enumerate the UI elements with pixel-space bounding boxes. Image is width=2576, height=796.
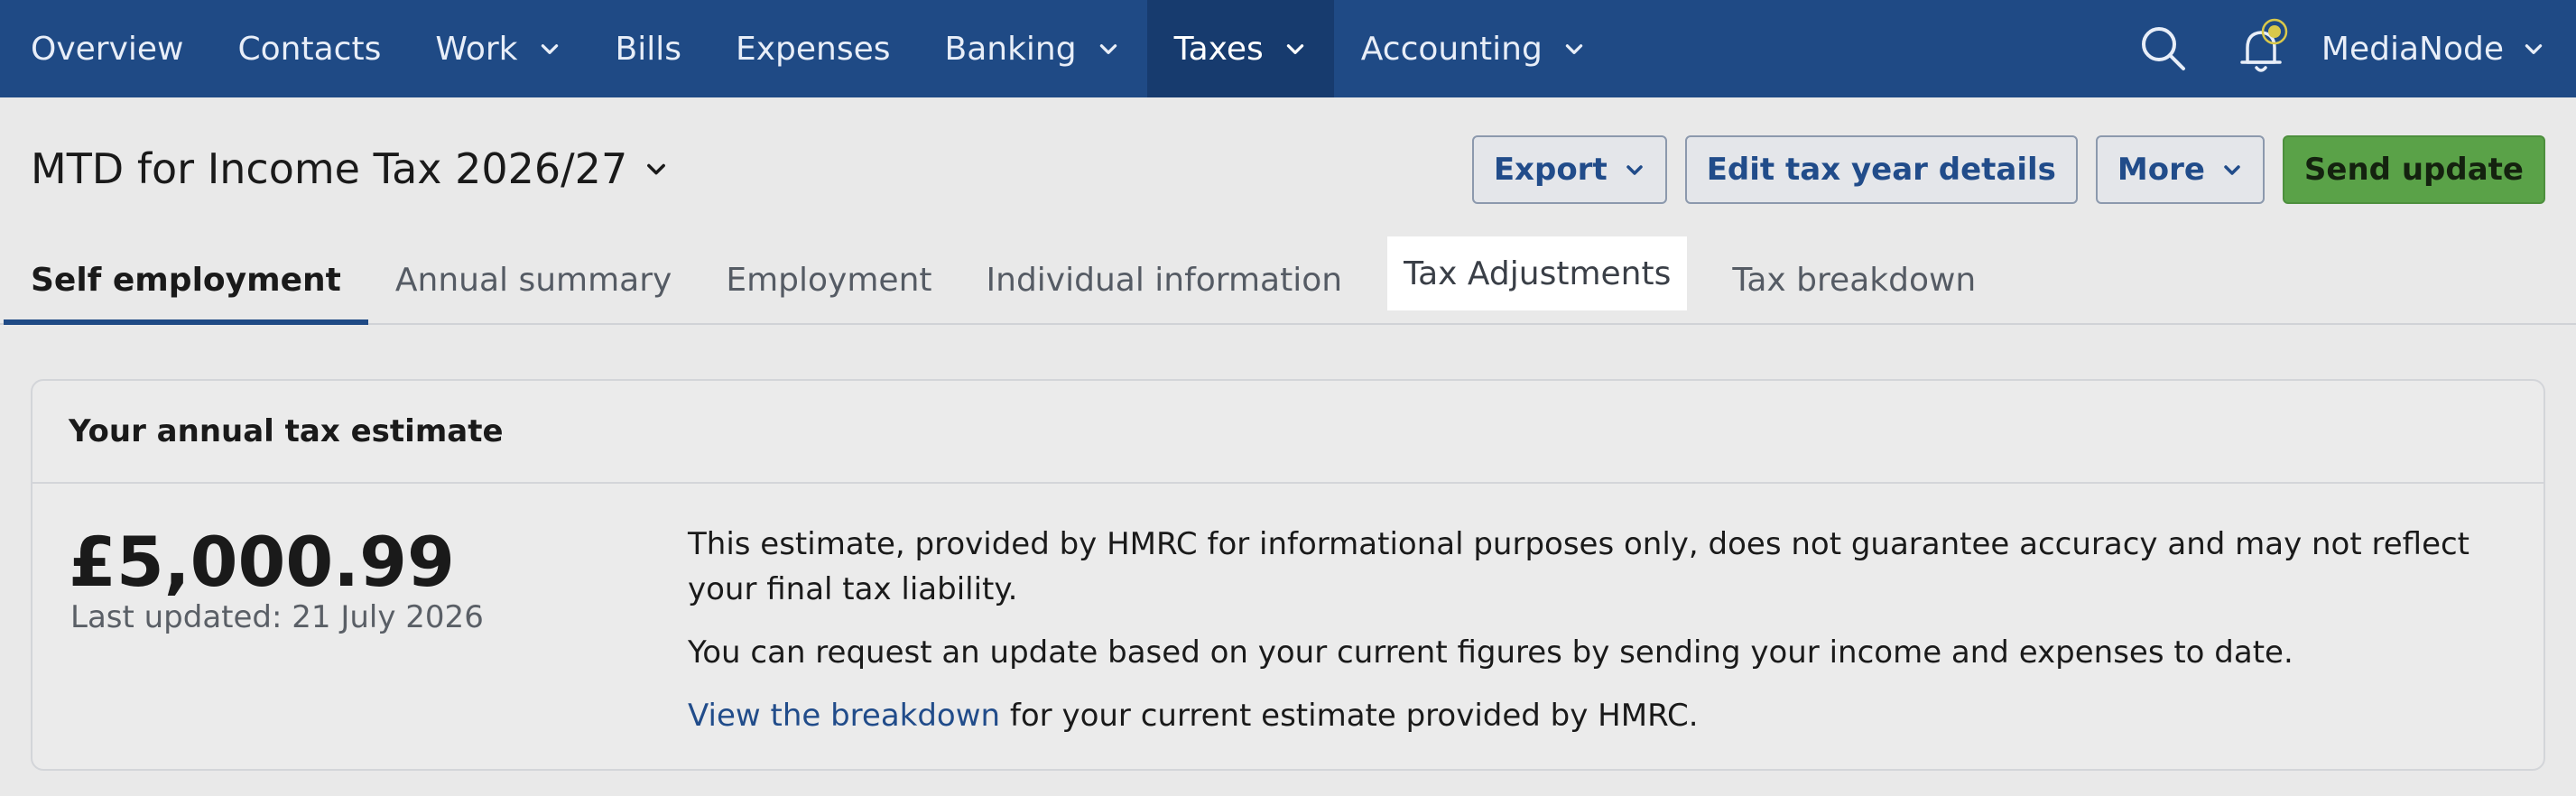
edit-tax-year-button[interactable]: Edit tax year details bbox=[1684, 135, 2078, 204]
nav-overview[interactable]: Overview bbox=[0, 0, 211, 97]
tab-self-employment[interactable]: Self employment bbox=[4, 236, 368, 325]
notifications-button[interactable] bbox=[2213, 0, 2312, 97]
nav-label: Overview bbox=[31, 30, 184, 68]
chevron-down-icon bbox=[2224, 165, 2240, 175]
send-label: Send update bbox=[2303, 152, 2524, 188]
nav-label: Work bbox=[435, 30, 518, 68]
page-title[interactable]: MTD for Income Tax 2026/27 bbox=[31, 144, 669, 193]
nav-taxes[interactable]: Taxes bbox=[1146, 0, 1334, 97]
chevron-down-icon bbox=[1286, 44, 1304, 54]
tab-label: Tax breakdown bbox=[1732, 261, 1977, 299]
tab-employment[interactable]: Employment bbox=[699, 236, 959, 323]
chevron-down-icon bbox=[1099, 44, 1117, 54]
estimate-description: This estimate, provided by HMRC for info… bbox=[688, 522, 2511, 756]
nav-label: Bills bbox=[615, 30, 681, 68]
nav-label: Accounting bbox=[1360, 30, 1543, 68]
tax-estimate-card: Your annual tax estimate £5,000.99 Last … bbox=[31, 379, 2545, 771]
nav-work[interactable]: Work bbox=[408, 0, 588, 97]
more-button[interactable]: More bbox=[2095, 135, 2265, 204]
tab-label: Individual information bbox=[986, 261, 1343, 299]
tab-tax-breakdown[interactable]: Tax breakdown bbox=[1705, 236, 2003, 323]
nav-expenses[interactable]: Expenses bbox=[709, 0, 918, 97]
tab-individual-information[interactable]: Individual information bbox=[959, 236, 1370, 323]
more-label: More bbox=[2117, 152, 2205, 188]
tab-label: Employment bbox=[726, 261, 932, 299]
tab-annual-summary[interactable]: Annual summary bbox=[368, 236, 699, 323]
edit-label: Edit tax year details bbox=[1706, 152, 2056, 188]
send-update-button[interactable]: Send update bbox=[2282, 135, 2545, 204]
update-hint-text: You can request an update based on your … bbox=[688, 634, 2293, 671]
view-breakdown-link[interactable]: View the breakdown bbox=[688, 698, 1000, 734]
nav-label: Expenses bbox=[735, 30, 891, 68]
nav-label: Taxes bbox=[1173, 30, 1264, 68]
chevron-down-icon bbox=[541, 44, 558, 54]
search-icon bbox=[2141, 27, 2185, 70]
account-menu[interactable]: MediaNode bbox=[2312, 31, 2576, 68]
tab-label: Self employment bbox=[31, 261, 341, 299]
search-button[interactable] bbox=[2114, 0, 2213, 97]
estimate-amount: £5,000.99 bbox=[69, 522, 455, 602]
export-button[interactable]: Export bbox=[1471, 135, 1667, 204]
tab-tax-adjustments[interactable]: Tax Adjustments bbox=[1387, 236, 1688, 310]
nav-right-tools: MediaNode bbox=[2114, 0, 2576, 97]
bell-icon bbox=[2240, 18, 2288, 72]
chevron-down-icon bbox=[1626, 165, 1643, 175]
tab-label: Annual summary bbox=[394, 261, 672, 299]
breakdown-line: View the breakdown for your current esti… bbox=[688, 693, 2511, 738]
chevron-down-icon bbox=[647, 163, 666, 175]
chevron-down-icon bbox=[1565, 44, 1583, 54]
nav-label: Banking bbox=[944, 30, 1077, 68]
nav-bills[interactable]: Bills bbox=[588, 0, 709, 97]
top-navigation: Overview Contacts Work Bills Expenses Ba… bbox=[0, 0, 2576, 97]
tab-label: Tax Adjustments bbox=[1404, 255, 1672, 292]
last-updated: Last updated: 21 July 2026 bbox=[70, 599, 484, 635]
card-heading: Your annual tax estimate bbox=[32, 381, 2544, 484]
export-label: Export bbox=[1493, 152, 1608, 188]
disclaimer-text: This estimate, provided by HMRC for info… bbox=[688, 526, 2470, 607]
nav-banking[interactable]: Banking bbox=[918, 0, 1147, 97]
breakdown-suffix: for your current estimate provided by HM… bbox=[1000, 698, 1699, 734]
nav-contacts[interactable]: Contacts bbox=[211, 0, 409, 97]
tab-bar: Self employment Annual summary Employmen… bbox=[0, 236, 2576, 325]
account-name: MediaNode bbox=[2321, 30, 2504, 68]
nav-accounting[interactable]: Accounting bbox=[1334, 0, 1613, 97]
nav-label: Contacts bbox=[237, 30, 382, 68]
chevron-down-icon bbox=[2525, 44, 2543, 54]
page-title-text: MTD for Income Tax 2026/27 bbox=[31, 144, 628, 193]
header-actions: Export Edit tax year details More Send u… bbox=[1471, 135, 2545, 204]
